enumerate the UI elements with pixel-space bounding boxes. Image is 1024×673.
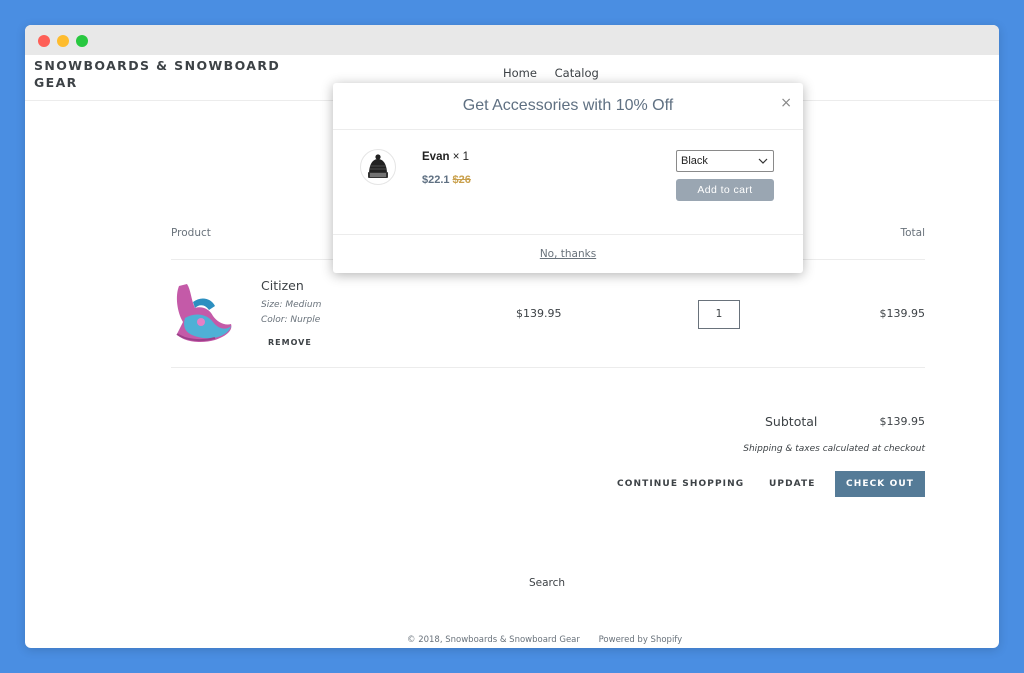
nav-catalog[interactable]: Catalog <box>555 66 599 80</box>
modal-divider <box>333 129 803 130</box>
subtotal-value: $139.95 <box>879 415 926 428</box>
upsell-modal: Get Accessories with 10% Off × Evan × 1 … <box>333 83 803 273</box>
offer-name-text: Evan <box>422 151 450 163</box>
copyright-text[interactable]: © 2018, Snowboards & Snowboard Gear <box>407 635 580 645</box>
continue-shopping-button[interactable]: CONTINUE SHOPPING <box>617 479 744 489</box>
product-size: Size: Medium <box>261 300 322 310</box>
product-image[interactable] <box>171 278 235 348</box>
subtotal-label: Subtotal <box>765 414 818 429</box>
cart-row: Citizen Size: Medium Color: Nurple REMOV… <box>171 260 925 368</box>
checkout-button[interactable]: CHECK OUT <box>835 471 925 497</box>
beanie-icon <box>368 154 388 178</box>
offer-product-image <box>360 149 396 185</box>
product-title[interactable]: Citizen <box>261 278 304 293</box>
remove-button[interactable]: REMOVE <box>268 338 312 347</box>
variant-select[interactable]: Black <box>676 150 774 172</box>
nav-home[interactable]: Home <box>503 66 537 80</box>
product-color: Color: Nurple <box>261 315 321 325</box>
offer-qty: × 1 <box>452 151 470 163</box>
quantity-input[interactable]: 1 <box>698 300 740 329</box>
minimize-window-dot[interactable] <box>57 35 69 47</box>
offer-product-name: Evan × 1 <box>422 151 469 163</box>
maximize-window-dot[interactable] <box>76 35 88 47</box>
chevron-down-icon <box>758 151 768 178</box>
modal-divider-bottom <box>333 234 803 235</box>
close-window-dot[interactable] <box>38 35 50 47</box>
site-logo[interactable]: SNOWBOARDS & SNOWBOARD GEAR <box>34 57 294 91</box>
close-icon[interactable]: × <box>780 95 792 111</box>
add-to-cart-button[interactable]: Add to cart <box>676 179 774 201</box>
footer-copyright: © 2018, Snowboards & Snowboard Gear Powe… <box>407 635 698 645</box>
column-product: Product <box>171 227 211 239</box>
window-titlebar <box>25 25 999 55</box>
browser-window: SNOWBOARDS & SNOWBOARD GEAR Home Catalog… <box>25 25 999 648</box>
offer-price: $22.1 $26 <box>422 174 471 186</box>
footer-search-link[interactable]: Search <box>529 577 565 589</box>
offer-original-price: $26 <box>452 174 471 186</box>
main-nav: Home Catalog <box>503 66 613 80</box>
column-total: Total <box>900 227 925 239</box>
variant-selected-value: Black <box>681 155 708 167</box>
powered-by-link[interactable]: Powered by Shopify <box>599 635 683 645</box>
shipping-note: Shipping & taxes calculated at checkout <box>743 444 925 454</box>
offer-sale-price: $22.1 <box>422 174 450 186</box>
line-total: $139.95 <box>879 307 926 320</box>
product-price: $139.95 <box>516 307 562 320</box>
update-button[interactable]: UPDATE <box>769 479 816 489</box>
modal-title: Get Accessories with 10% Off <box>462 97 674 114</box>
no-thanks-link[interactable]: No, thanks <box>333 248 803 260</box>
